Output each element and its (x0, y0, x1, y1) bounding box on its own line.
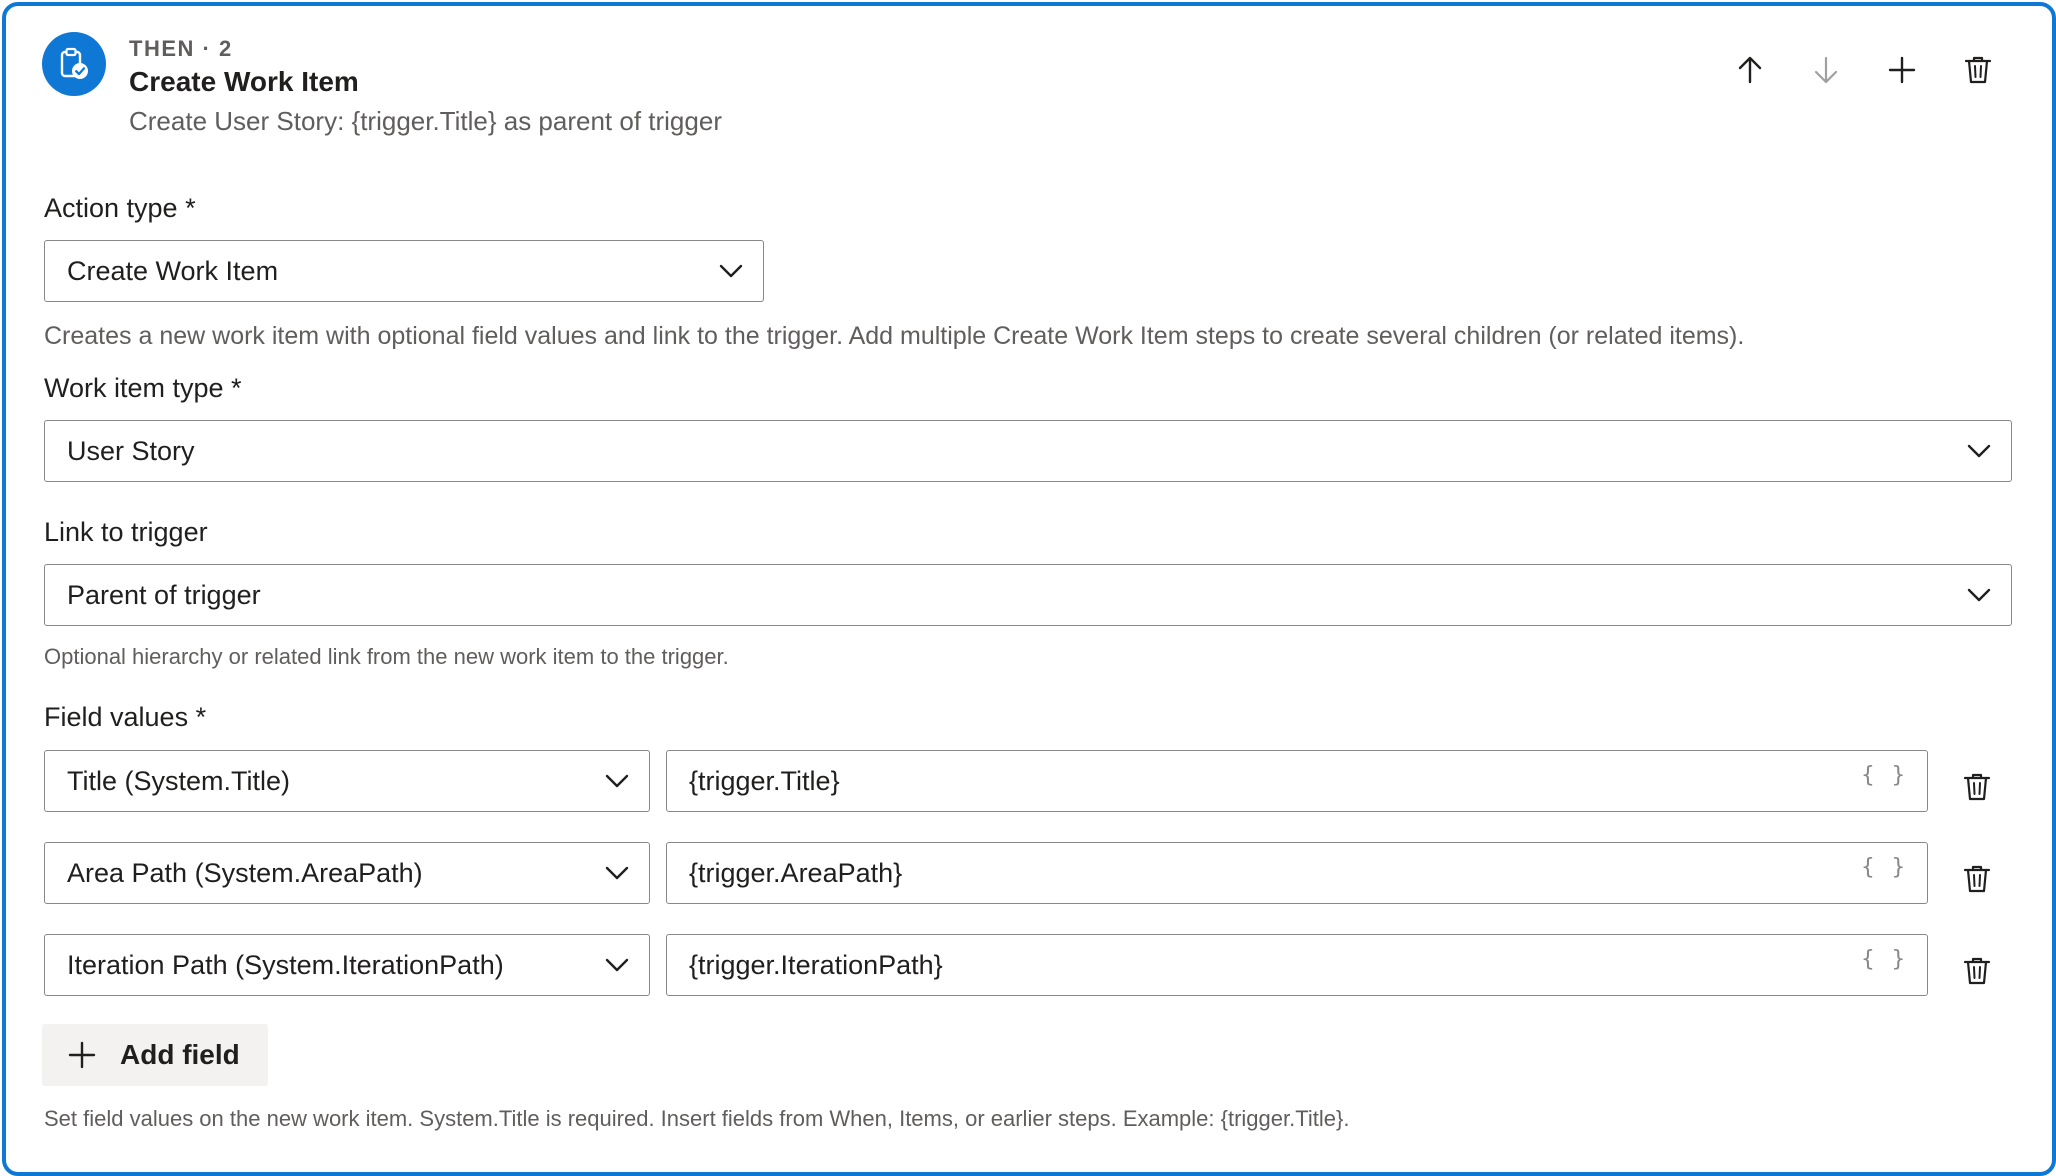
delete-field-button[interactable] (1955, 765, 1999, 809)
step-title: Create Work Item (129, 66, 359, 97)
field-value-input[interactable]: {trigger.IterationPath} { } (666, 934, 1928, 996)
move-up-button[interactable] (1726, 46, 1774, 94)
step-summary: Create User Story: {trigger.Title} as pa… (129, 106, 722, 136)
action-type-dropdown[interactable]: Create Work Item (44, 240, 764, 302)
field-values-help: Set field values on the new work item. S… (44, 1106, 1350, 1131)
arrow-up-icon (1738, 56, 1762, 84)
delete-field-button[interactable] (1955, 949, 1999, 993)
field-value-text: {trigger.AreaPath} (689, 857, 903, 888)
chevron-down-icon (605, 958, 629, 972)
plus-icon (68, 1041, 96, 1069)
add-field-button[interactable]: Add field (42, 1024, 268, 1086)
field-values-label: Field values * (44, 702, 207, 732)
link-to-trigger-label: Link to trigger (44, 517, 208, 547)
delete-step-button[interactable] (1954, 46, 2002, 94)
insert-token-button[interactable]: { } (1861, 947, 1907, 972)
trash-icon (1963, 773, 1991, 801)
trash-icon (1964, 56, 1992, 84)
work-item-type-label: Work item type * (44, 373, 242, 403)
arrow-down-icon (1814, 56, 1838, 84)
move-down-button[interactable] (1802, 46, 1850, 94)
plus-icon (1888, 56, 1916, 84)
action-type-value: Create Work Item (67, 255, 279, 286)
link-to-trigger-help: Optional hierarchy or related link from … (44, 644, 729, 669)
link-to-trigger-dropdown[interactable]: Parent of trigger (44, 564, 2012, 626)
add-step-button[interactable] (1878, 46, 1926, 94)
add-field-label: Add field (120, 1039, 240, 1070)
trash-icon (1963, 957, 1991, 985)
clipboard-check-icon (42, 32, 106, 96)
chevron-down-icon (719, 264, 743, 278)
link-to-trigger-value: Parent of trigger (67, 579, 261, 610)
action-type-label: Action type * (44, 193, 196, 223)
field-select[interactable]: Iteration Path (System.IterationPath) (44, 934, 650, 996)
field-value-text: {trigger.Title} (689, 765, 840, 796)
field-select-value: Area Path (System.AreaPath) (67, 857, 423, 888)
field-select-value: Title (System.Title) (67, 765, 291, 796)
field-value-text: {trigger.IterationPath} (689, 949, 943, 980)
trash-icon (1963, 865, 1991, 893)
chevron-down-icon (1967, 588, 1991, 602)
work-item-type-value: User Story (67, 435, 195, 466)
field-select-value: Iteration Path (System.IterationPath) (67, 949, 504, 980)
field-select[interactable]: Area Path (System.AreaPath) (44, 842, 650, 904)
chevron-down-icon (605, 774, 629, 788)
action-type-help: Creates a new work item with optional fi… (44, 322, 1745, 350)
chevron-down-icon (1967, 444, 1991, 458)
field-value-input[interactable]: {trigger.Title} { } (666, 750, 1928, 812)
field-value-input[interactable]: {trigger.AreaPath} { } (666, 842, 1928, 904)
field-select[interactable]: Title (System.Title) (44, 750, 650, 812)
chevron-down-icon (605, 866, 629, 880)
work-item-type-dropdown[interactable]: User Story (44, 420, 2012, 482)
insert-token-button[interactable]: { } (1861, 855, 1907, 880)
insert-token-button[interactable]: { } (1861, 763, 1907, 788)
delete-field-button[interactable] (1955, 857, 1999, 901)
step-kicker: THEN · 2 (129, 36, 233, 61)
